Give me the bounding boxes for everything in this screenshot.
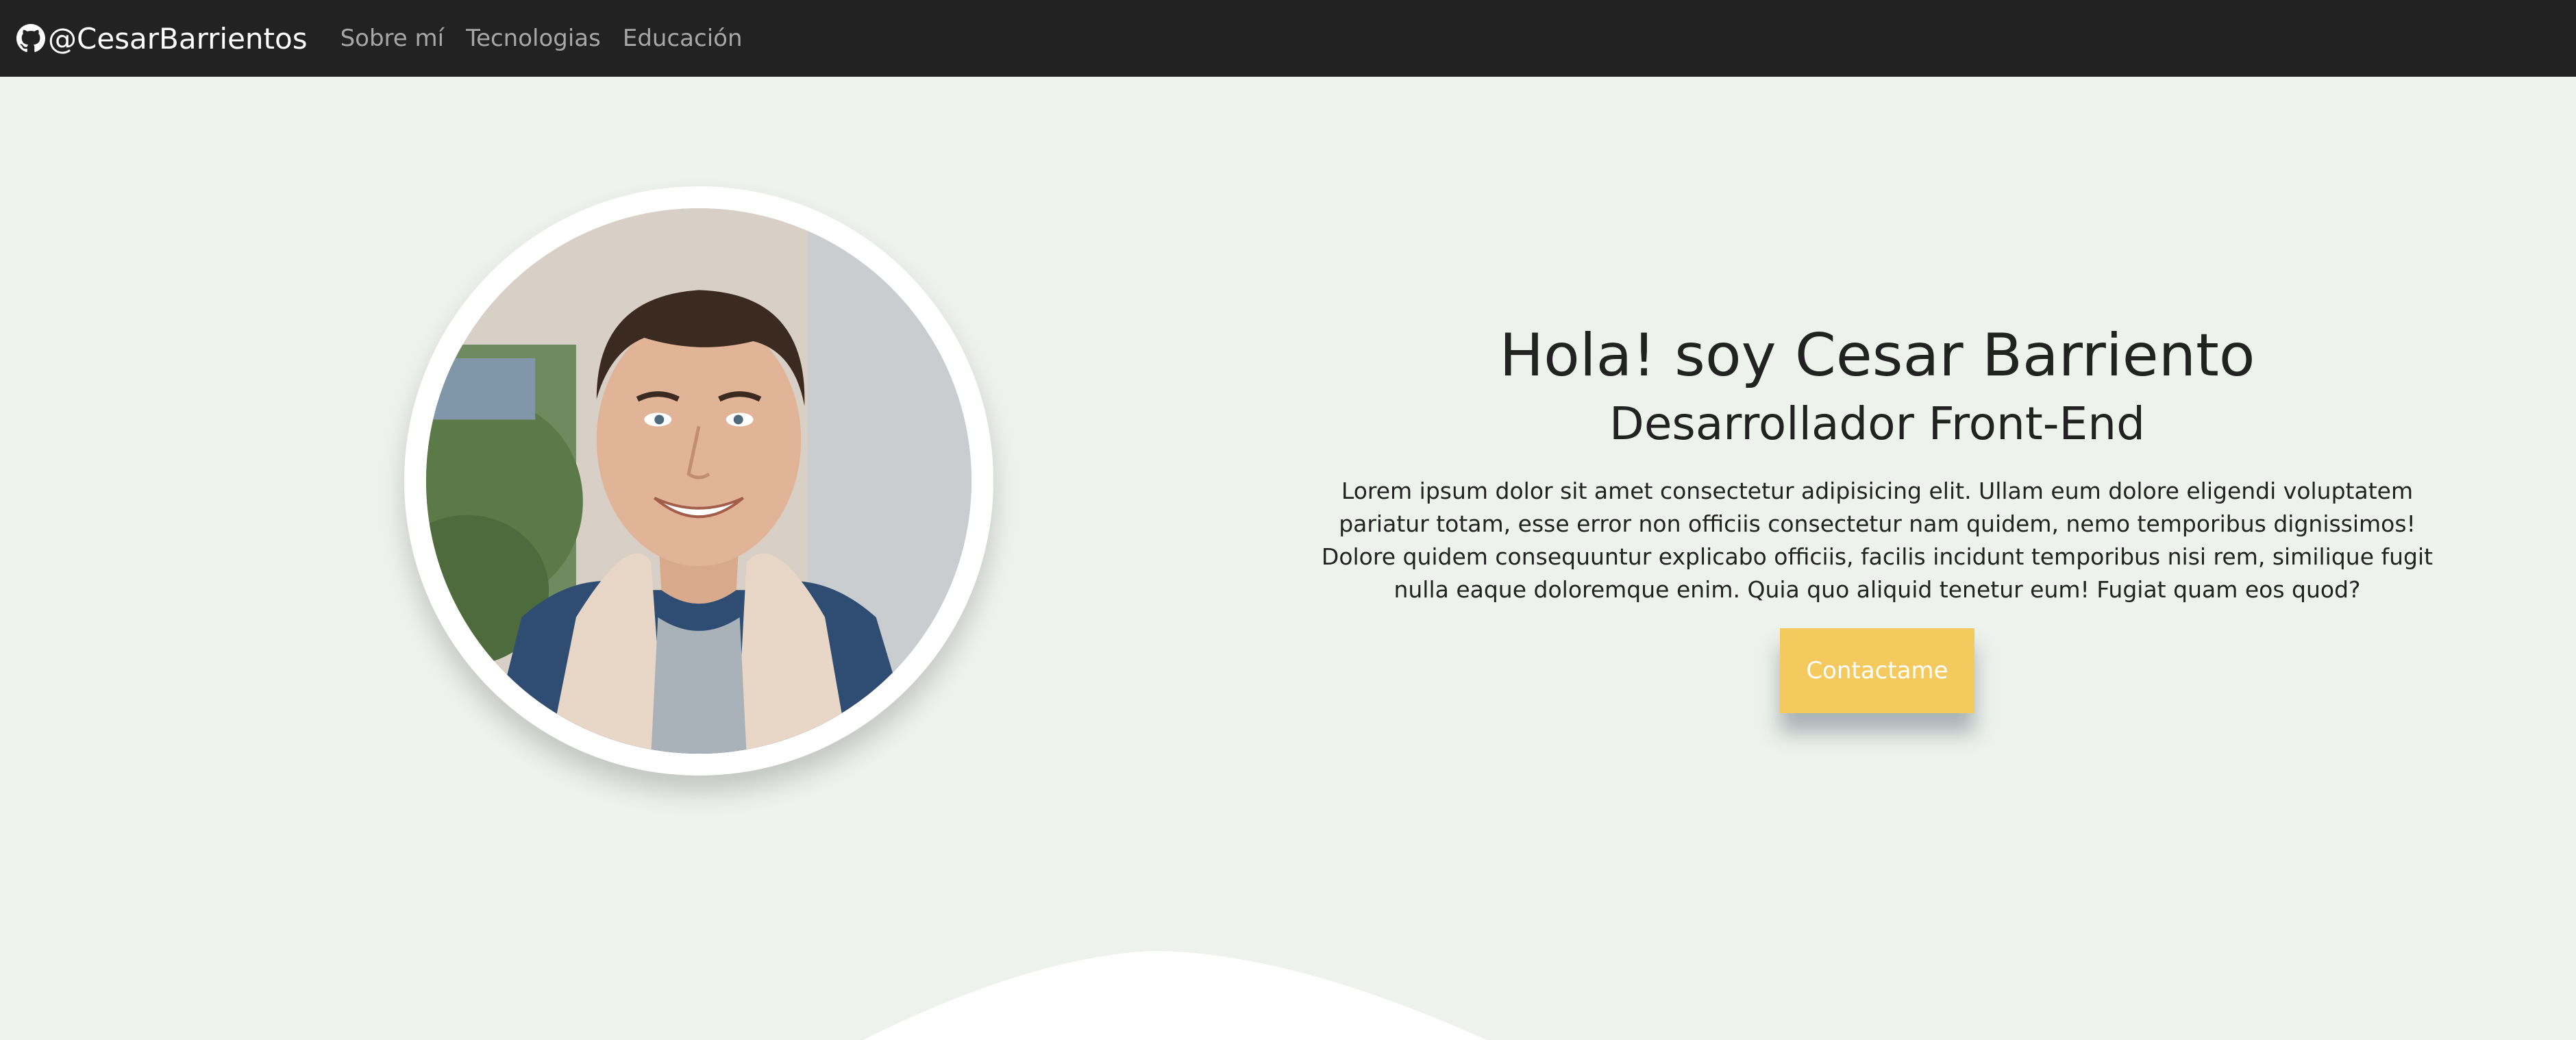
nav-links: Sobre mí Tecnologias Educación <box>340 25 743 52</box>
brand-label: @CesarBarrientos <box>48 21 308 55</box>
intro-block: Hola! soy Cesar Barriento Desarrollador … <box>1302 321 2453 714</box>
contact-button[interactable]: Contactame <box>1780 628 1974 714</box>
github-icon <box>16 24 45 53</box>
nav-link-sobre-mi[interactable]: Sobre mí <box>340 25 445 52</box>
wave-divider <box>863 951 1487 1040</box>
hero-description: Lorem ipsum dolor sit amet consectetur a… <box>1321 478 2433 604</box>
hero-title: Hola! soy Cesar Barriento <box>1499 321 2255 390</box>
brand-link[interactable]: @CesarBarrientos <box>16 22 308 55</box>
nav-link-tecnologias[interactable]: Tecnologias <box>466 25 601 52</box>
profile-photo <box>426 208 971 754</box>
hero-section: Hola! soy Cesar Barriento Desarrollador … <box>0 77 2576 1040</box>
hero-subtitle: Desarrollador Front-End <box>1609 397 2145 450</box>
nav-link-educacion[interactable]: Educación <box>623 25 743 52</box>
top-navbar: @CesarBarrientos Sobre mí Tecnologias Ed… <box>0 0 2576 77</box>
profile-photo-frame <box>404 186 993 776</box>
